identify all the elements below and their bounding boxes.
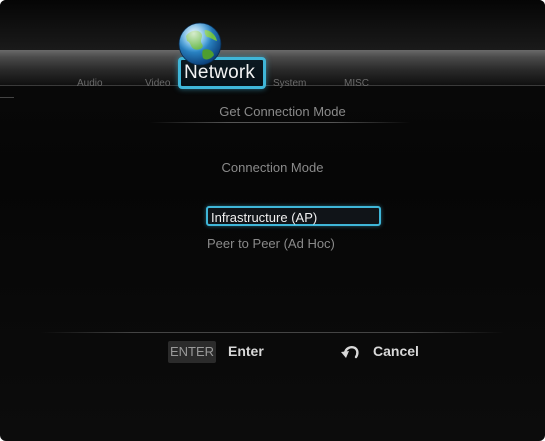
divider-tick xyxy=(0,97,14,98)
tab-audio[interactable]: Audio xyxy=(77,78,103,89)
return-arrow-icon[interactable] xyxy=(340,342,362,362)
tab-misc[interactable]: MISC xyxy=(344,78,369,89)
globe-icon xyxy=(178,22,222,66)
top-gloss xyxy=(0,0,545,50)
enter-key-badge[interactable]: ENTER xyxy=(168,341,216,363)
page-subtitle: Get Connection Mode xyxy=(219,104,346,119)
tab-video[interactable]: Video xyxy=(145,78,170,89)
footer-divider xyxy=(40,332,505,333)
subtitle-divider xyxy=(150,122,410,123)
settings-screen: Audio Video System MISC Network Get Conn… xyxy=(0,0,545,441)
enter-label: Enter xyxy=(228,343,264,359)
tab-system[interactable]: System xyxy=(273,78,306,89)
connection-mode-heading: Connection Mode xyxy=(221,160,324,175)
option-peer-to-peer[interactable]: Peer to Peer (Ad Hoc) xyxy=(207,234,335,254)
cancel-label: Cancel xyxy=(373,343,419,359)
option-infrastructure[interactable]: Infrastructure (AP) xyxy=(206,206,381,226)
